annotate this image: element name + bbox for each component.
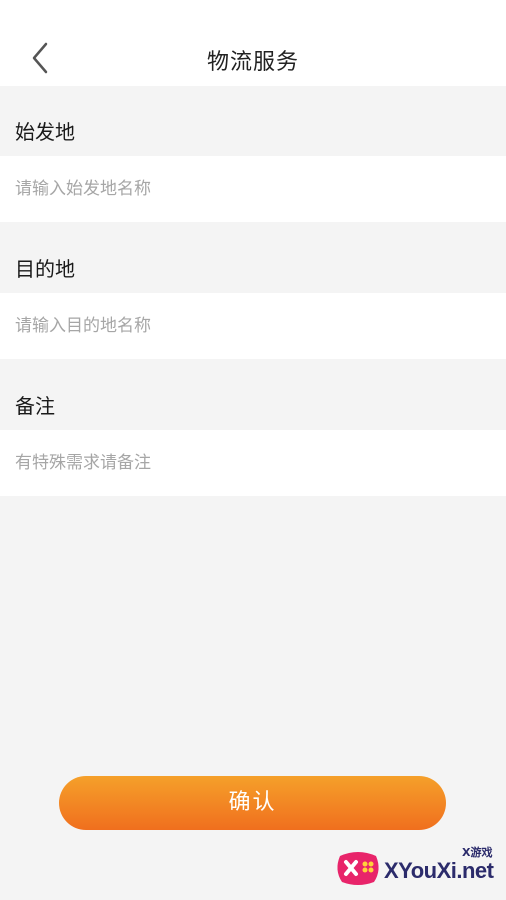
watermark-main-text: XYouXi.net: [384, 858, 494, 883]
remark-field-row[interactable]: [0, 430, 506, 496]
remark-input[interactable]: [15, 430, 160, 496]
origin-field-row[interactable]: [0, 156, 506, 222]
remark-label: 备注: [15, 394, 55, 418]
page-title: 物流服务: [206, 50, 299, 75]
destination-input[interactable]: [15, 293, 160, 359]
origin-label: 始发地: [15, 120, 75, 144]
watermark: X游戏 XYouXi.net: [334, 842, 502, 894]
origin-input[interactable]: [15, 156, 160, 222]
destination-label: 目的地: [15, 257, 75, 281]
confirm-button[interactable]: 确认: [59, 776, 446, 830]
destination-field-row[interactable]: [0, 293, 506, 359]
top-bar: 物流服务: [0, 0, 506, 86]
gamepad-logo-icon: [337, 852, 379, 885]
